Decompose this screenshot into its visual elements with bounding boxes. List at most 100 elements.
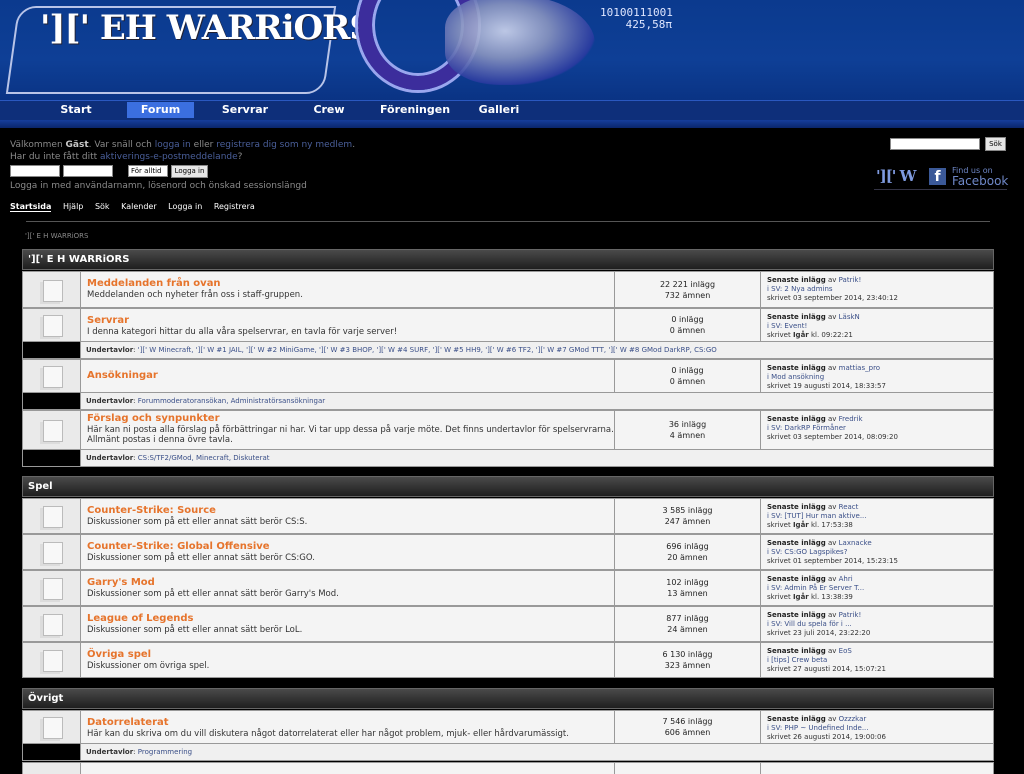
- board-title[interactable]: Övriga spel: [87, 649, 614, 661]
- board-title[interactable]: Ansökningar: [87, 370, 614, 382]
- board-title[interactable]: Counter-Strike: Global Offensive: [87, 541, 614, 553]
- main-nav: Start Forum Servrar Crew Föreningen Gall…: [0, 100, 1024, 120]
- nav-foreningen[interactable]: Föreningen: [376, 102, 454, 118]
- board-status-icon: [43, 420, 63, 442]
- board-title[interactable]: Förslag och synpunkter: [87, 413, 614, 425]
- last-post-topic[interactable]: i SV: Admin På Er Server T...: [767, 584, 993, 593]
- search-input[interactable]: [890, 138, 980, 150]
- password-input[interactable]: [63, 165, 113, 177]
- menu-startsida[interactable]: Startsida: [10, 202, 52, 212]
- last-post-user[interactable]: Laxnacke: [839, 539, 872, 547]
- last-post-user[interactable]: mattias_pro: [839, 364, 880, 372]
- last-post-topic[interactable]: i SV: [TUT] Hur man aktive...: [767, 512, 993, 521]
- subboards-links[interactable]: Forummoderatoransökan, Administratörsans…: [138, 397, 325, 405]
- last-post-user[interactable]: EoS: [839, 647, 852, 655]
- board-row: Meddelanden från ovan Meddelanden och ny…: [22, 271, 994, 308]
- last-post-user[interactable]: Fredrik: [839, 415, 863, 423]
- board-stats: 3 585 inlägg 247 ämnen: [615, 499, 761, 533]
- nav-underline-strip: [0, 120, 1024, 128]
- board-icon-cell: [23, 763, 81, 774]
- nav-forum[interactable]: Forum: [127, 102, 194, 118]
- register-link[interactable]: registrera dig som ny medlem: [216, 140, 352, 150]
- menu-hjalp[interactable]: Hjälp: [63, 202, 83, 211]
- menu-logga-in[interactable]: Logga in: [168, 202, 202, 211]
- last-post-user[interactable]: LäskN: [839, 313, 860, 321]
- board-description: Diskussioner som på ett eller annat sätt…: [87, 625, 303, 635]
- last-post-by: av: [827, 364, 837, 372]
- login-link[interactable]: logga in: [155, 140, 191, 150]
- last-post-user[interactable]: Ahri: [839, 575, 853, 583]
- last-post-user[interactable]: Patrik!: [839, 276, 862, 284]
- last-post-label: Senaste inlägg: [767, 364, 826, 372]
- username-input[interactable]: [10, 165, 60, 177]
- board-description: Här kan du skriva om du vill diskutera n…: [87, 729, 569, 739]
- board-last-post: Senaste inlägg av Ahri i SV: Admin På Er…: [761, 571, 993, 605]
- nav-galleri[interactable]: Galleri: [472, 102, 526, 118]
- last-post-user[interactable]: React: [839, 503, 859, 511]
- site-logo[interactable]: '][' EH WARRiORS: [40, 8, 374, 48]
- board-status-icon: [43, 717, 63, 739]
- session-length-select[interactable]: För alltid ▾: [128, 165, 168, 185]
- last-post-topic[interactable]: i SV: PHP ~ Undefined Inde...: [767, 724, 993, 733]
- last-post-topic[interactable]: i SV: Event!: [767, 322, 993, 331]
- breadcrumb[interactable]: '][' E H WARRiORS: [25, 232, 89, 240]
- board-posts: 877 inlägg: [666, 614, 709, 623]
- subboards-links[interactable]: '][' W Minecraft, '][' W #1 JAIL, '][' W…: [138, 346, 717, 354]
- last-post-topic[interactable]: i SV: 2 Nya admins: [767, 285, 993, 294]
- board-description: Diskussioner om övriga spel.: [87, 661, 210, 671]
- board-title[interactable]: Garry's Mod: [87, 577, 614, 589]
- subboard-spacer: [22, 342, 80, 359]
- search-button[interactable]: Sök: [985, 137, 1006, 151]
- last-post-time: kl. 17:53:38: [810, 521, 853, 529]
- last-post-topic[interactable]: i SV: Vill du spela för i ...: [767, 620, 993, 629]
- last-post-topic[interactable]: i SV: DarkRP Förmåner: [767, 424, 993, 433]
- board-stats: 696 inlägg 20 ämnen: [615, 535, 761, 569]
- last-post-user[interactable]: Ozzzkar: [839, 715, 867, 723]
- board-title[interactable]: Counter-Strike: Source: [87, 505, 614, 517]
- board-info: [81, 763, 615, 774]
- category-header[interactable]: '][' E H WARRiORS: [22, 249, 994, 270]
- board-row: Servrar I denna kategori hittar du alla …: [22, 308, 994, 342]
- last-post-time: skrivet 19 augusti 2014, 18:33:57: [767, 382, 886, 390]
- last-post-by: av: [827, 611, 837, 619]
- last-post-time: skrivet 23 juli 2014, 23:22:20: [767, 629, 871, 637]
- last-post-topic[interactable]: i Mod ansökning: [767, 373, 993, 382]
- last-post-topic[interactable]: i [tips] Crew beta: [767, 656, 993, 665]
- subboards-links[interactable]: CS:S/TF2/GMod, Minecraft, Diskuterat: [138, 454, 270, 462]
- category-header[interactable]: Övrigt: [22, 688, 994, 709]
- board-icon-cell: [23, 571, 81, 605]
- nav-servrar[interactable]: Servrar: [216, 102, 274, 118]
- nav-start[interactable]: Start: [52, 102, 100, 118]
- last-post-by: av: [827, 715, 837, 723]
- subboards-links[interactable]: Programmering: [138, 748, 192, 756]
- last-post-topic[interactable]: i SV: CS:GO Lagspikes?: [767, 548, 993, 557]
- menu-kalender[interactable]: Kalender: [121, 202, 157, 211]
- last-post-label: Senaste inlägg: [767, 276, 826, 284]
- login-button[interactable]: Logga in: [171, 165, 208, 178]
- last-post-label: Senaste inlägg: [767, 611, 826, 619]
- last-post-time-day: Igår: [792, 521, 809, 529]
- activation-link[interactable]: aktiverings-e-postmeddelande: [100, 152, 238, 162]
- last-post-user[interactable]: Patrik!: [839, 611, 862, 619]
- last-post-time: skrivet 03 september 2014, 08:09:20: [767, 433, 898, 441]
- facebook-banner[interactable]: '][' W f Find us on Facebook: [874, 164, 1008, 190]
- subboards-row: Undertavlor: Programmering: [80, 744, 994, 761]
- logo-splash-graphic: [445, 0, 595, 85]
- login-hint: Logga in med användarnamn, lösenord och …: [10, 181, 307, 191]
- board-description: Meddelanden och nyheter från oss i staff…: [87, 290, 303, 300]
- board-last-post: Senaste inlägg av mattias_pro i Mod ansö…: [761, 360, 993, 392]
- last-post-label: Senaste inlägg: [767, 575, 826, 583]
- nav-crew[interactable]: Crew: [304, 102, 354, 118]
- board-title[interactable]: Servrar: [87, 315, 614, 327]
- menu-sok[interactable]: Sök: [95, 202, 110, 211]
- board-title[interactable]: Datorrelaterat: [87, 717, 614, 729]
- board-row-partial: [22, 762, 994, 774]
- last-post-time: skrivet 03 september 2014, 23:40:12: [767, 294, 898, 302]
- board-posts: 7 546 inlägg: [662, 717, 713, 726]
- board-title[interactable]: Meddelanden från ovan: [87, 278, 614, 290]
- category-header[interactable]: Spel: [22, 476, 994, 497]
- board-posts: 0 inlägg: [671, 315, 704, 324]
- board-title[interactable]: League of Legends: [87, 613, 614, 625]
- welcome-or: eller: [193, 140, 214, 150]
- menu-registrera[interactable]: Registrera: [214, 202, 255, 211]
